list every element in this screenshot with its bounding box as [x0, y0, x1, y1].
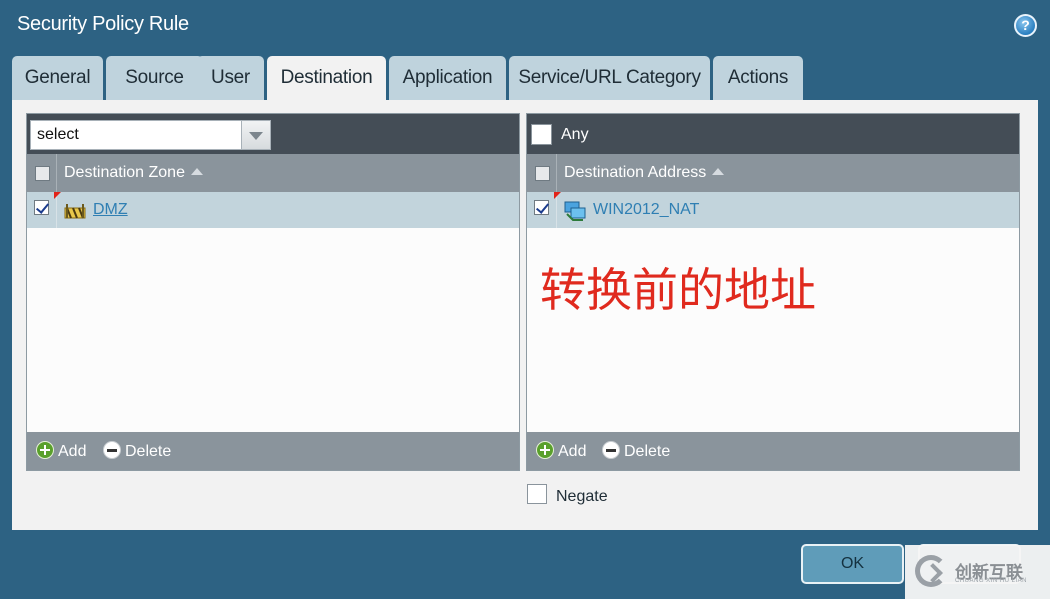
- sort-asc-icon[interactable]: [190, 168, 203, 175]
- negate-checkbox[interactable]: [527, 484, 547, 504]
- zone-column-title: Destination Zone: [64, 164, 185, 181]
- tab-general[interactable]: General: [12, 56, 103, 100]
- row-checkbox[interactable]: [34, 200, 49, 215]
- tab-destination[interactable]: Destination: [267, 56, 386, 102]
- zone-delete-button[interactable]: Delete: [103, 441, 171, 461]
- address-link-win2012-nat[interactable]: WIN2012_NAT: [593, 201, 699, 219]
- zone-add-button[interactable]: Add: [36, 441, 86, 461]
- row-checkbox-cell: [27, 192, 57, 228]
- tab-actions[interactable]: Actions: [713, 56, 803, 100]
- zone-column-label: Destination Zone: [64, 164, 203, 182]
- row-checkbox-cell: [527, 192, 557, 228]
- select-all-cell: [527, 154, 557, 192]
- zone-panel-toolbar: select: [27, 114, 519, 154]
- watermark: 创新互联 CHUANG XIN HU LIAN: [905, 545, 1050, 599]
- address-object-icon: [564, 201, 586, 221]
- tab-service-url-category[interactable]: Service/URL Category: [509, 56, 710, 100]
- zone-icon: [64, 204, 86, 219]
- negate-label: Negate: [556, 488, 608, 505]
- watermark-subtext: CHUANG XIN HU LIAN: [955, 578, 1028, 584]
- address-delete-label: Delete: [624, 443, 671, 460]
- address-panel-footer: Add Delete: [527, 432, 1019, 470]
- modified-flag-icon: [54, 192, 61, 199]
- table-row[interactable]: DMZ: [27, 192, 519, 228]
- add-icon: [536, 441, 554, 459]
- table-row[interactable]: WIN2012_NAT: [527, 192, 1019, 228]
- select-all-checkbox[interactable]: [35, 166, 50, 181]
- add-icon: [36, 441, 54, 459]
- address-add-label: Add: [558, 443, 587, 460]
- any-label: Any: [561, 126, 589, 143]
- delete-icon: [602, 441, 620, 459]
- ok-button[interactable]: OK: [801, 544, 904, 584]
- tab-application[interactable]: Application: [389, 56, 506, 100]
- zone-link-dmz[interactable]: DMZ: [93, 201, 128, 219]
- select-all-cell: [27, 154, 57, 192]
- address-panel-toolbar: Any: [527, 114, 1019, 154]
- address-column-header[interactable]: Destination Address: [527, 154, 1019, 192]
- delete-icon: [103, 441, 121, 459]
- modified-flag-icon: [554, 192, 561, 199]
- annotation-text: 转换前的地址: [540, 263, 816, 317]
- any-checkbox[interactable]: [531, 124, 552, 145]
- tab-source[interactable]: Source: [106, 56, 203, 100]
- tab-user[interactable]: User: [197, 56, 264, 100]
- zone-select[interactable]: select: [30, 120, 244, 150]
- zone-delete-label: Delete: [125, 443, 172, 460]
- select-all-checkbox[interactable]: [535, 166, 550, 181]
- help-icon[interactable]: ?: [1014, 14, 1037, 37]
- zone-column-header[interactable]: Destination Zone: [27, 154, 519, 192]
- watermark-logo-icon: [915, 555, 947, 587]
- dialog-title: Security Policy Rule: [17, 13, 189, 35]
- sort-asc-icon[interactable]: [712, 168, 725, 175]
- address-add-button[interactable]: Add: [536, 441, 586, 461]
- zone-panel-footer: Add Delete: [27, 432, 519, 470]
- row-checkbox[interactable]: [534, 200, 549, 215]
- address-delete-button[interactable]: Delete: [602, 441, 670, 461]
- zone-add-label: Add: [58, 443, 87, 460]
- address-column-title: Destination Address: [564, 164, 707, 181]
- address-column-label: Destination Address: [564, 164, 725, 182]
- chevron-down-icon[interactable]: [241, 120, 271, 150]
- destination-zone-panel: select Destination Zone DMZ Add Delete: [26, 113, 520, 471]
- dialog-title-bar: Security Policy Rule ?: [0, 0, 1050, 52]
